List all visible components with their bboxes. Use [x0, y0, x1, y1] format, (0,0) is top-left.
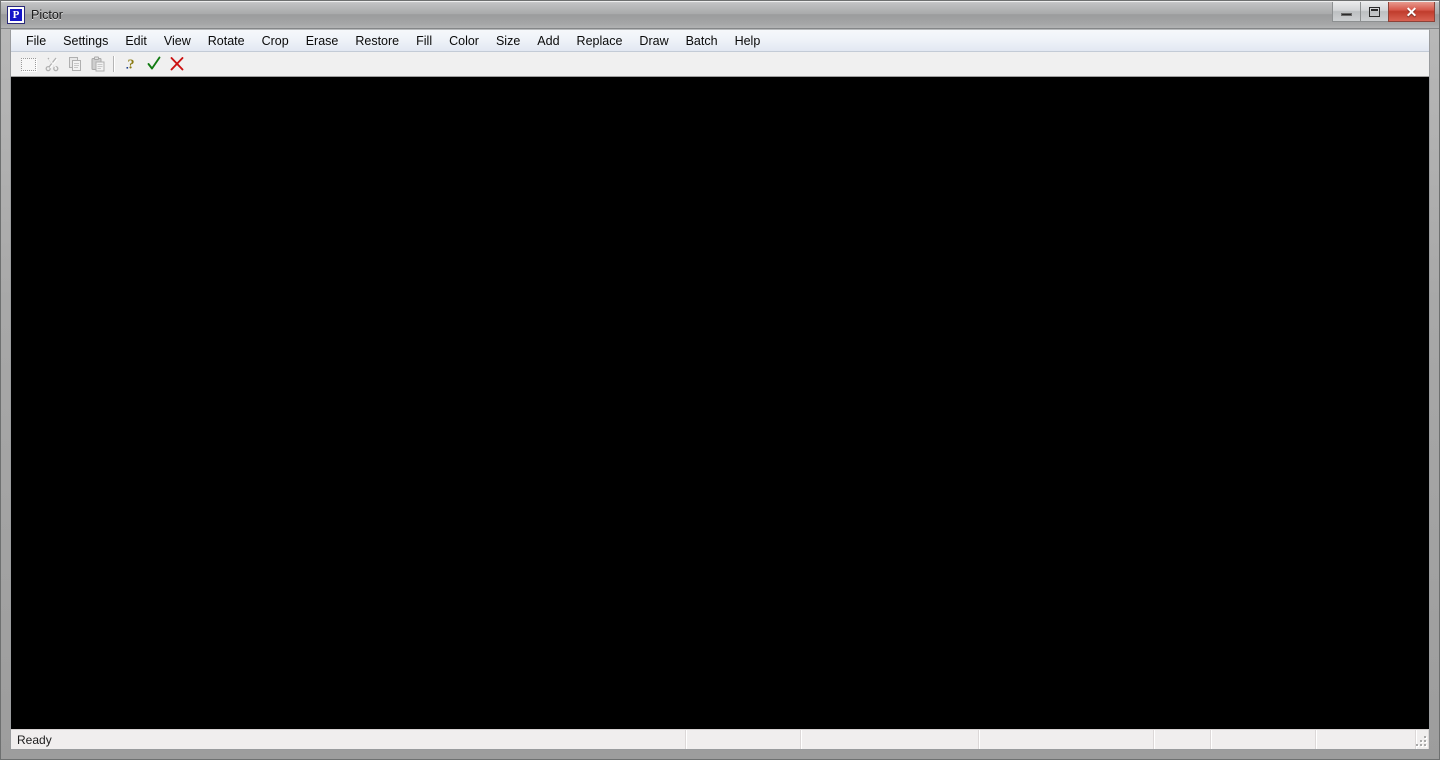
cut-icon	[45, 57, 58, 72]
help-icon: ?	[126, 58, 134, 73]
menu-item-help[interactable]: Help	[727, 31, 770, 51]
menu-bar: File Settings Edit View Rotate Crop Eras…	[11, 30, 1429, 52]
menu-item-view[interactable]: View	[156, 31, 200, 51]
cancel-button[interactable]	[165, 53, 188, 75]
image-canvas[interactable]	[11, 77, 1429, 729]
client-area: File Settings Edit View Rotate Crop Eras…	[10, 29, 1430, 750]
copy-icon	[68, 57, 81, 71]
menu-item-replace[interactable]: Replace	[569, 31, 632, 51]
menu-item-edit[interactable]: Edit	[117, 31, 156, 51]
status-pane-6	[1211, 730, 1316, 749]
close-icon: ✕	[1405, 3, 1418, 20]
status-pane-2	[686, 730, 801, 749]
menu-item-draw[interactable]: Draw	[631, 31, 677, 51]
menu-item-color[interactable]: Color	[441, 31, 488, 51]
caption-button-group: ✕	[1332, 2, 1435, 23]
menu-item-restore[interactable]: Restore	[347, 31, 408, 51]
toolbar-separator	[113, 56, 115, 72]
paste-button[interactable]	[86, 53, 109, 75]
status-bar: Ready	[11, 729, 1429, 749]
help-button[interactable]: ?	[119, 53, 142, 75]
menu-item-erase[interactable]: Erase	[298, 31, 348, 51]
paste-icon	[91, 56, 104, 72]
status-message-pane: Ready	[11, 730, 686, 749]
minimize-button[interactable]	[1332, 2, 1361, 22]
menu-item-add[interactable]: Add	[529, 31, 568, 51]
menu-item-settings[interactable]: Settings	[55, 31, 117, 51]
close-button[interactable]: ✕	[1388, 2, 1435, 22]
status-pane-4	[979, 730, 1154, 749]
maximize-button[interactable]	[1360, 2, 1389, 22]
menu-item-fill[interactable]: Fill	[408, 31, 441, 51]
svg-text:?: ?	[127, 58, 134, 73]
maximize-icon	[1369, 6, 1380, 17]
cancel-x-icon	[170, 57, 183, 71]
confirm-button[interactable]	[142, 53, 165, 75]
copy-button[interactable]	[63, 53, 86, 75]
app-icon[interactable]: P	[8, 6, 24, 23]
confirm-check-icon	[147, 56, 160, 70]
status-pane-5	[1154, 730, 1211, 749]
window-title: Pictor	[31, 7, 63, 22]
cut-button[interactable]	[40, 53, 63, 75]
menu-item-size[interactable]: Size	[488, 31, 529, 51]
menu-item-batch[interactable]: Batch	[678, 31, 727, 51]
status-pane-3	[801, 730, 979, 749]
title-bar[interactable]: P Pictor ✕	[1, 1, 1439, 29]
resize-grip[interactable]	[1414, 734, 1428, 748]
status-pane-7	[1316, 730, 1416, 749]
select-all-icon	[21, 57, 36, 71]
tool-bar: ?	[11, 52, 1429, 77]
menu-item-crop[interactable]: Crop	[254, 31, 298, 51]
application-window: P Pictor ✕ File Settings Edit View Rotat…	[0, 0, 1440, 760]
menu-item-file[interactable]: File	[18, 31, 55, 51]
minimize-icon	[1341, 12, 1352, 16]
menu-item-rotate[interactable]: Rotate	[200, 31, 254, 51]
select-all-button[interactable]	[17, 53, 40, 75]
